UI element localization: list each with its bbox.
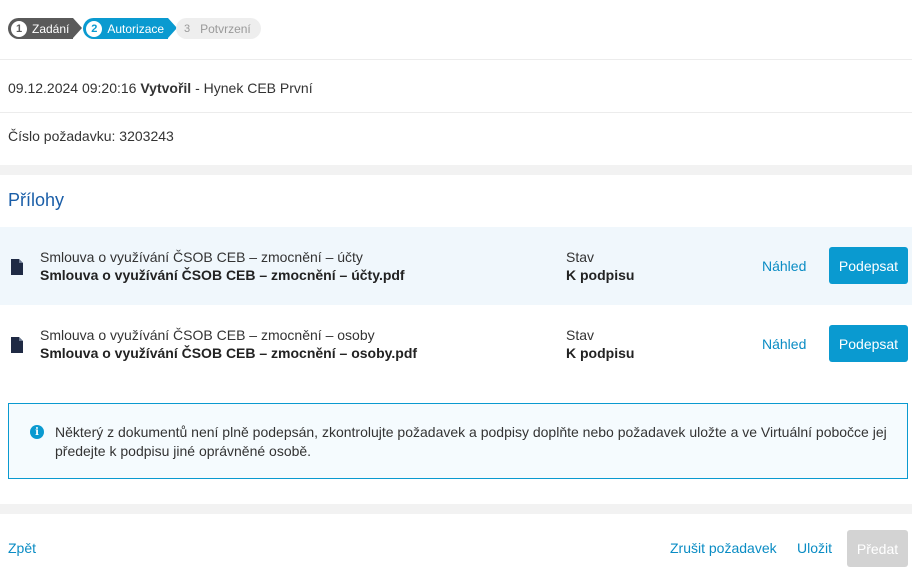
attachment-name: Smlouva o využívání ČSOB CEB – zmocnění …	[40, 327, 375, 343]
divider	[0, 59, 912, 60]
preview-link[interactable]: Náhled	[762, 336, 806, 352]
save-link[interactable]: Uložit	[797, 540, 832, 556]
sign-button[interactable]: Podepsat	[829, 247, 908, 284]
info-message: i Některý z dokumentů není plně podepsán…	[8, 403, 908, 479]
status-label: Stav	[566, 327, 595, 343]
request-datetime: 09.12.2024 09:20:16	[8, 80, 137, 96]
step-number: 3	[184, 22, 191, 35]
step-number: 2	[86, 20, 103, 37]
step-potvrzeni: 3 Potvrzení	[176, 18, 261, 39]
attachment-row: Smlouva o využívání ČSOB CEB – zmocnění …	[0, 227, 912, 305]
document-icon	[11, 259, 23, 275]
attachments-title: Přílohy	[8, 190, 65, 210]
status-value: K podpisu	[566, 267, 635, 283]
step-autorizace[interactable]: 2 Autorizace	[83, 18, 177, 39]
attachment-file: Smlouva o využívání ČSOB CEB – zmocnění …	[40, 345, 418, 361]
request-number: 3203243	[119, 128, 174, 144]
request-number-line: Číslo požadavku: 3203243	[8, 128, 174, 144]
attachment-row: Smlouva o využívání ČSOB CEB – zmocnění …	[0, 305, 912, 383]
back-link[interactable]: Zpět	[8, 540, 36, 556]
step-zadani[interactable]: 1 Zadání	[8, 18, 83, 39]
submit-button[interactable]: Předat	[847, 530, 908, 567]
preview-link[interactable]: Náhled	[762, 258, 806, 274]
request-created-line: 09.12.2024 09:20:16 Vytvořil - Hynek CEB…	[8, 80, 313, 96]
creator-separator: -	[191, 80, 204, 96]
attachment-name: Smlouva o využívání ČSOB CEB – zmocnění …	[40, 249, 363, 265]
divider	[0, 112, 912, 113]
sign-button[interactable]: Podepsat	[829, 325, 908, 362]
section-gap	[0, 504, 912, 514]
step-label: Autorizace	[107, 21, 165, 36]
info-text: Některý z dokumentů není plně podepsán, …	[55, 424, 887, 459]
wizard-stepper: 1 Zadání 2 Autorizace 3 Potvrzení	[8, 18, 261, 39]
step-label: Potvrzení	[200, 21, 251, 36]
section-gap	[0, 165, 912, 175]
step-label: Zadání	[32, 21, 70, 36]
creator-name: Hynek CEB První	[203, 80, 313, 96]
status-label: Stav	[566, 249, 595, 265]
info-icon: i	[30, 425, 44, 439]
document-icon	[11, 337, 23, 353]
status-value: K podpisu	[566, 345, 635, 361]
attachment-file: Smlouva o využívání ČSOB CEB – zmocnění …	[40, 267, 405, 283]
cancel-request-link[interactable]: Zrušit požadavek	[670, 540, 777, 556]
step-number: 1	[11, 20, 27, 37]
created-label: Vytvořil	[140, 80, 192, 96]
request-number-label: Číslo požadavku:	[8, 128, 116, 144]
